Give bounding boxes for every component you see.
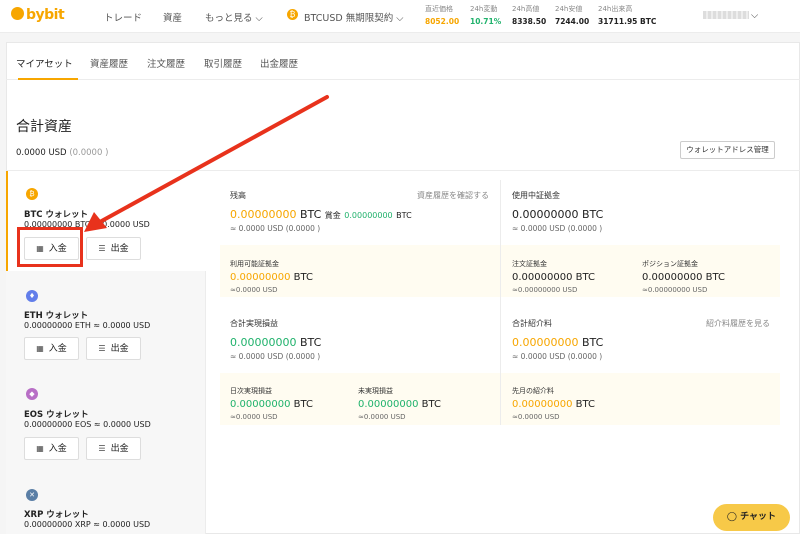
chat-button[interactable]: ◯ チャット — [713, 504, 790, 531]
annotation-arrow — [84, 95, 329, 232]
chat-bubble-icon: ◯ — [726, 512, 737, 522]
chat-label: チャット — [740, 512, 777, 522]
